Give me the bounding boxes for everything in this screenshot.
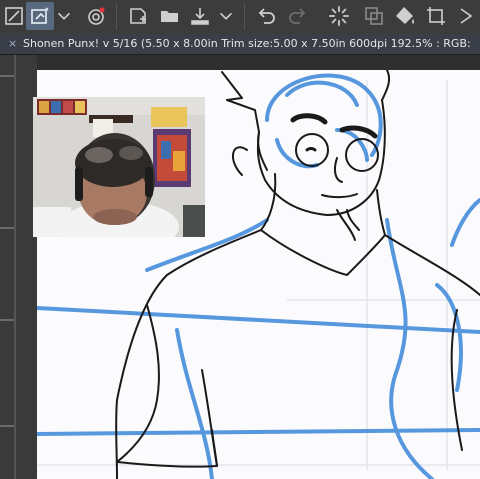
webcam-video bbox=[33, 97, 205, 237]
panel-notch bbox=[0, 319, 14, 321]
left-panel-edge bbox=[0, 55, 37, 479]
redo-icon[interactable] bbox=[284, 2, 312, 30]
canvas-margin bbox=[37, 55, 480, 70]
loading-spinner-icon[interactable] bbox=[325, 2, 353, 30]
document-title: Shonen Punx! v 5/16 (5.50 x 8.00in Trim … bbox=[23, 37, 471, 50]
panel-notch bbox=[0, 75, 14, 77]
more-icon[interactable] bbox=[452, 2, 480, 30]
toolbar-separator bbox=[116, 4, 117, 30]
color-wheel-icon[interactable] bbox=[82, 2, 110, 30]
main-toolbar bbox=[0, 0, 480, 35]
subview-icon[interactable] bbox=[26, 2, 54, 30]
panel-divider[interactable] bbox=[14, 55, 16, 479]
chevron-down-icon[interactable] bbox=[216, 2, 236, 30]
panel-notch bbox=[0, 425, 14, 427]
crop-icon[interactable] bbox=[422, 2, 450, 30]
undo-icon[interactable] bbox=[252, 2, 280, 30]
close-tab-icon[interactable]: × bbox=[8, 34, 17, 54]
copy-layer-icon[interactable] bbox=[360, 2, 388, 30]
export-icon[interactable] bbox=[186, 2, 214, 30]
document-tab[interactable]: × Shonen Punx! v 5/16 (5.50 x 8.00in Tri… bbox=[0, 34, 480, 55]
transform-icon[interactable] bbox=[0, 2, 28, 30]
toolbar-separator bbox=[244, 4, 245, 30]
new-layer-icon[interactable] bbox=[124, 2, 152, 30]
fill-bucket-icon[interactable] bbox=[391, 2, 419, 30]
chevron-down-icon[interactable] bbox=[54, 2, 74, 30]
webcam-overlay bbox=[33, 97, 205, 237]
panel-notch bbox=[0, 227, 14, 229]
open-folder-icon[interactable] bbox=[156, 2, 184, 30]
